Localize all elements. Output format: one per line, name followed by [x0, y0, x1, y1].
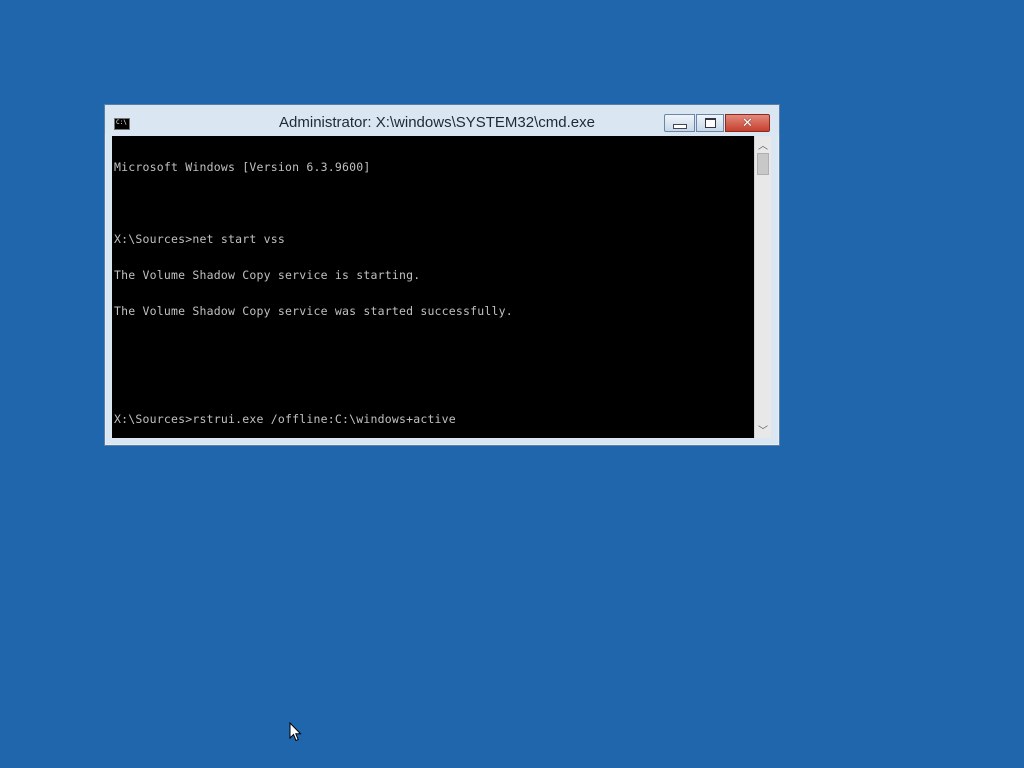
cmd-window[interactable]: C:\ Administrator: X:\windows\SYSTEM32\c…: [104, 104, 780, 446]
console-line: The Volume Shadow Copy service was start…: [114, 304, 513, 318]
minimize-icon: [672, 123, 687, 129]
console-output[interactable]: Microsoft Windows [Version 6.3.9600] X:\…: [112, 136, 754, 438]
maximize-button[interactable]: [696, 114, 724, 132]
chevron-up-icon: ︿: [758, 141, 768, 152]
scroll-thumb[interactable]: [757, 153, 769, 175]
vertical-scrollbar[interactable]: ︿ ﹀: [754, 136, 771, 438]
minimize-button[interactable]: [664, 114, 695, 132]
console-line: X:\Sources>net start vss: [114, 232, 285, 246]
chevron-down-icon: ﹀: [758, 426, 768, 437]
scroll-down-button[interactable]: ﹀: [755, 421, 771, 438]
console-line: X:\Sources>rstrui.exe /offline:C:\window…: [114, 412, 456, 426]
console-line: The Volume Shadow Copy service is starti…: [114, 268, 421, 282]
scroll-up-button[interactable]: ︿: [755, 136, 771, 153]
mouse-pointer-icon: [289, 722, 302, 742]
maximize-icon: [704, 118, 716, 128]
close-button[interactable]: ✕: [725, 114, 770, 132]
console-line: Microsoft Windows [Version 6.3.9600]: [114, 160, 371, 174]
close-icon: ✕: [742, 115, 753, 131]
console-text: Microsoft Windows [Version 6.3.9600] X:\…: [112, 136, 754, 438]
caption-buttons: ✕: [663, 114, 770, 132]
title-bar[interactable]: C:\ Administrator: X:\windows\SYSTEM32\c…: [105, 105, 779, 135]
